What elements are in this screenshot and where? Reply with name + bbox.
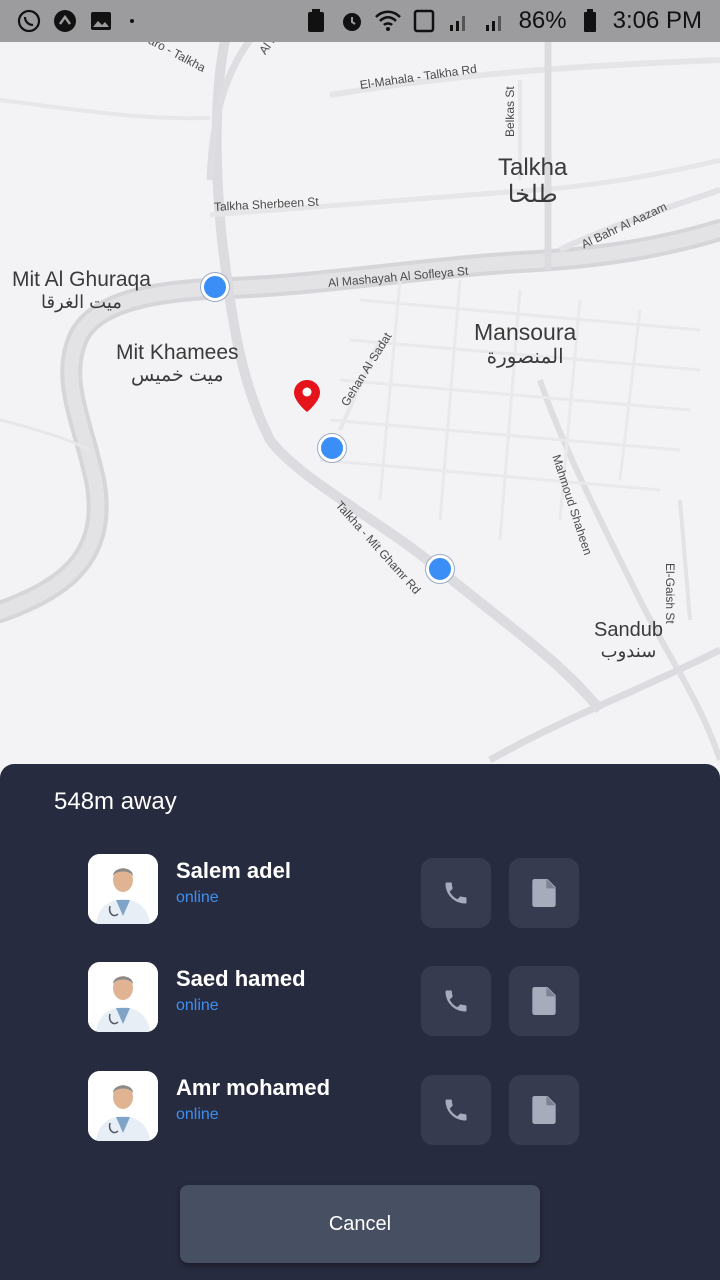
doctor-name: Salem adel: [176, 858, 291, 883]
cancel-button[interactable]: Cancel: [180, 1185, 540, 1263]
signal-icon: [447, 8, 473, 34]
place-talkha: Talkha طلخا: [498, 154, 568, 208]
notification-dot: [130, 19, 134, 23]
doctor-row[interactable]: Saed hamed online: [88, 962, 588, 1036]
avatar: [88, 962, 158, 1032]
road-label: Belkas St: [503, 86, 517, 137]
doctor-status: online: [176, 1106, 219, 1123]
clock: 3:06 PM: [612, 7, 702, 34]
status-bar: 86% 3:06 PM: [0, 0, 720, 42]
signal-icon: [483, 8, 509, 34]
doctor-row[interactable]: Salem adel online: [88, 854, 588, 928]
document-button[interactable]: [509, 1075, 579, 1145]
call-button[interactable]: [421, 858, 491, 928]
avatar: [88, 854, 158, 924]
phone-icon: [445, 882, 467, 904]
place-mit-al-ghuraqa: Mit Al Ghuraqa ميت الغرقا: [12, 268, 151, 312]
document-button[interactable]: [509, 966, 579, 1036]
wifi-icon: [374, 8, 401, 34]
doctor-status: online: [176, 997, 219, 1014]
doctor-list-sheet: 548m away Salem adel online Saed hamed o…: [0, 764, 720, 1280]
place-sandub: Sandub سندوب: [594, 619, 663, 662]
document-button[interactable]: [509, 858, 579, 928]
image-icon: [88, 8, 114, 34]
place-mit-khamees: Mit Khamees ميت خميس: [116, 341, 239, 386]
doctor-status: online: [176, 889, 219, 906]
sd-card-icon: [411, 8, 437, 34]
battery-icon: [577, 8, 603, 34]
road-label: El-Gaish St: [663, 563, 677, 624]
battery-percent: 86%: [518, 7, 567, 34]
document-icon: [532, 987, 556, 1015]
place-mansoura: Mansoura المنصورة: [474, 319, 577, 368]
distance-label: 548m away: [54, 788, 177, 815]
alarm-icon: [339, 8, 365, 34]
app-icon: [52, 8, 78, 34]
doctor-row[interactable]: Amr mohamed online: [88, 1071, 588, 1145]
phone-icon: [445, 1099, 467, 1121]
map-view[interactable]: Talkha طلخا Mit Al Ghuraqa ميت الغرقا Mit …: [0, 0, 720, 780]
doctor-name: Saed hamed: [176, 966, 306, 991]
call-button[interactable]: [421, 1075, 491, 1145]
doctor-name: Amr mohamed: [176, 1075, 331, 1100]
recycle-icon: [303, 8, 329, 34]
whatsapp-icon: [16, 8, 42, 34]
doctor-location-marker[interactable]: [201, 273, 229, 301]
phone-icon: [445, 990, 467, 1012]
doctor-location-marker[interactable]: [426, 555, 454, 583]
avatar: [88, 1071, 158, 1141]
call-button[interactable]: [421, 966, 491, 1036]
doctor-location-marker[interactable]: [318, 434, 346, 462]
document-icon: [532, 879, 556, 907]
document-icon: [532, 1096, 556, 1124]
